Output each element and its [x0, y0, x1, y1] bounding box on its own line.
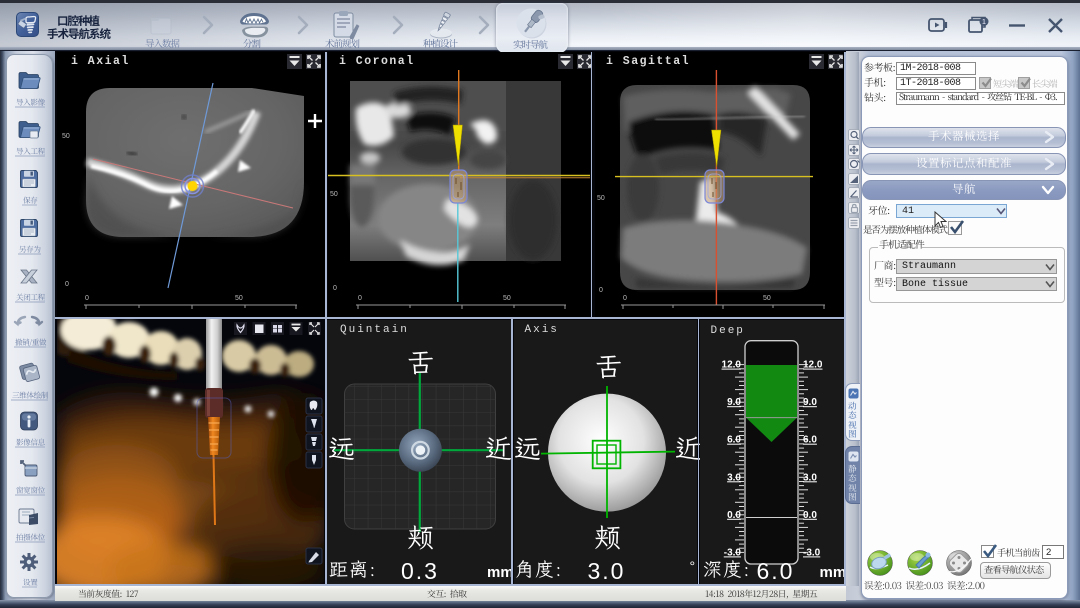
svg-text:6.0: 6.0	[803, 435, 817, 446]
svg-text:50: 50	[503, 295, 511, 302]
svg-text:6.0: 6.0	[727, 435, 741, 446]
svg-text:0.0: 0.0	[727, 510, 741, 521]
svg-text:0: 0	[65, 281, 69, 288]
svg-text:9.0: 9.0	[727, 397, 741, 408]
svg-text:0: 0	[623, 295, 627, 302]
svg-text:1: 1	[982, 17, 986, 26]
svg-text:-3.0: -3.0	[723, 547, 741, 558]
svg-text:3.0: 3.0	[803, 472, 817, 483]
svg-text:50: 50	[330, 191, 338, 198]
svg-text:3.0: 3.0	[727, 472, 741, 483]
svg-text:0: 0	[333, 285, 337, 292]
svg-text:50: 50	[62, 133, 70, 140]
svg-text:12.0: 12.0	[721, 360, 741, 371]
svg-text:50: 50	[763, 295, 771, 302]
svg-text:50: 50	[235, 295, 243, 302]
svg-text:50: 50	[597, 195, 605, 202]
svg-text:0: 0	[85, 295, 89, 302]
svg-text:-3.0: -3.0	[803, 547, 821, 558]
svg-text:0.0: 0.0	[803, 510, 817, 521]
svg-text:12.0: 12.0	[803, 360, 823, 371]
svg-text:0: 0	[358, 295, 362, 302]
svg-text:9.0: 9.0	[803, 397, 817, 408]
svg-text:0: 0	[599, 287, 603, 294]
